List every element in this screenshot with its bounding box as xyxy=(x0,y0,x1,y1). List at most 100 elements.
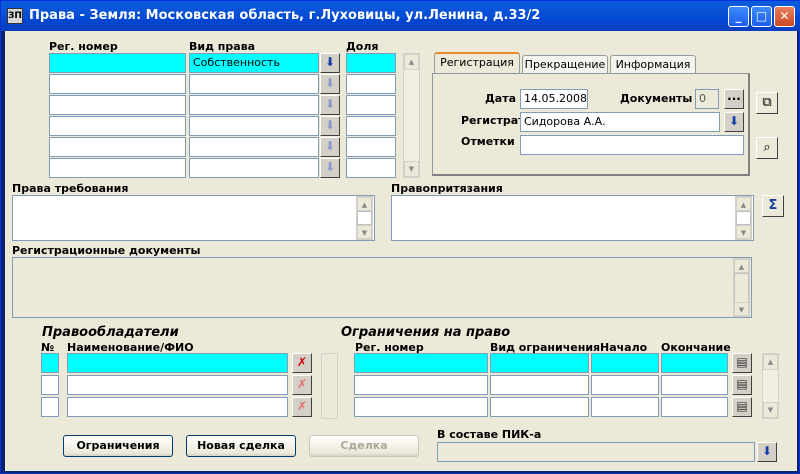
download-arrow-icon[interactable]: ⬇ xyxy=(724,112,744,132)
rights-share-cell[interactable] xyxy=(346,137,396,157)
pik-field[interactable] xyxy=(437,442,755,462)
rights-share-cell[interactable] xyxy=(346,53,396,73)
scroll-up-icon[interactable]: ▲ xyxy=(404,54,419,70)
rights-kind-cell[interactable] xyxy=(189,95,319,115)
download-arrow-icon[interactable]: ⬇ xyxy=(320,95,340,115)
notes-field[interactable] xyxy=(520,135,744,155)
claims-scrollbar[interactable]: ▲ ▼ xyxy=(356,196,373,240)
date-label: Дата xyxy=(485,92,517,105)
rights-reg-cell[interactable] xyxy=(49,137,186,157)
scroll-up-icon[interactable]: ▲ xyxy=(357,197,372,211)
rights-reg-cell[interactable] xyxy=(49,53,186,73)
remove-person-icon[interactable]: ✗ xyxy=(292,397,312,417)
registrar-field[interactable]: Сидорова А.А. xyxy=(520,112,720,132)
window-title: Права - Земля: Московская область, г.Лух… xyxy=(29,8,541,23)
download-arrow-icon[interactable]: ⬇ xyxy=(320,116,340,136)
remove-person-icon[interactable]: ✗ xyxy=(292,353,312,373)
scroll-down-icon[interactable]: ▼ xyxy=(404,161,419,177)
date-field[interactable]: 14.05.2008 xyxy=(520,89,588,109)
scroll-down-icon[interactable]: ▼ xyxy=(357,225,372,239)
col-right-kind: Вид права xyxy=(189,40,256,53)
rights-reg-cell[interactable] xyxy=(49,74,186,94)
scroll-down-icon[interactable]: ▼ xyxy=(763,402,778,418)
rights-reg-cell[interactable] xyxy=(49,116,186,136)
scroll-down-icon[interactable]: ▼ xyxy=(734,302,749,316)
rights-reg-cell[interactable] xyxy=(49,95,186,115)
documents-label: Документы xyxy=(620,92,693,105)
registration-panel: Дата 14.05.2008 Документы 0 ... Регистра… xyxy=(432,73,750,176)
rights-share-cell[interactable] xyxy=(346,116,396,136)
title-bar: ЗП Права - Земля: Московская область, г.… xyxy=(1,1,800,31)
download-arrow-icon[interactable]: ⬇ xyxy=(320,137,340,157)
remove-person-icon[interactable]: ✗ xyxy=(292,375,312,395)
download-arrow-icon[interactable]: ⬇ xyxy=(320,74,340,94)
restr-end-cell[interactable] xyxy=(661,397,728,417)
restr-end-cell[interactable] xyxy=(661,353,728,373)
rights-scrollbar[interactable]: ▲ ▼ xyxy=(403,53,420,178)
restrictions-section-title: Ограничения на право xyxy=(341,325,511,340)
scroll-up-icon[interactable]: ▲ xyxy=(763,354,778,370)
restr-end-cell[interactable] xyxy=(661,375,728,395)
holder-number-cell[interactable] xyxy=(41,353,59,373)
new-deal-button[interactable]: Новая сделка xyxy=(186,435,296,457)
scroll-thumb[interactable] xyxy=(357,211,372,225)
restrictions-button[interactable]: Ограничения xyxy=(63,435,173,457)
scroll-down-icon[interactable]: ▼ xyxy=(736,225,751,239)
sigma-icon[interactable]: Σ xyxy=(762,195,784,217)
rights-share-cell[interactable] xyxy=(346,158,396,178)
regdocs-label: Регистрационные документы xyxy=(12,244,201,257)
scroll-thumb[interactable] xyxy=(734,273,749,303)
copy-icon[interactable]: ⧉ xyxy=(756,92,778,114)
minimize-button[interactable]: _ xyxy=(728,6,749,27)
rights-kind-cell[interactable] xyxy=(189,137,319,157)
document-icon[interactable]: ▤ xyxy=(732,375,752,395)
restrictions-scrollbar[interactable]: ▲ ▼ xyxy=(762,353,779,419)
download-arrow-icon[interactable]: ⬇ xyxy=(320,158,340,178)
app-icon: ЗП xyxy=(7,8,23,24)
rights-share-cell[interactable] xyxy=(346,74,396,94)
restr-start-cell[interactable] xyxy=(591,375,659,395)
holder-name-cell[interactable] xyxy=(67,353,288,373)
rights-kind-cell[interactable] xyxy=(189,158,319,178)
pik-label: В составе ПИК-а xyxy=(437,428,542,441)
claims-field[interactable] xyxy=(12,195,375,241)
magnifier-icon[interactable]: ⌕ xyxy=(756,137,778,159)
restr-start-cell[interactable] xyxy=(591,353,659,373)
regdocs-field[interactable] xyxy=(12,257,752,318)
restr-kind-cell[interactable] xyxy=(490,397,589,417)
holder-name-cell[interactable] xyxy=(67,375,288,395)
scroll-up-icon[interactable]: ▲ xyxy=(736,197,751,211)
rights-kind-cell[interactable] xyxy=(189,116,319,136)
rights-reg-cell[interactable] xyxy=(49,158,186,178)
holder-number-cell[interactable] xyxy=(41,397,59,417)
restr-start-cell[interactable] xyxy=(591,397,659,417)
scroll-up-icon[interactable]: ▲ xyxy=(734,259,749,273)
pretensions-field[interactable] xyxy=(391,195,754,241)
download-arrow-icon[interactable]: ⬇ xyxy=(320,53,340,73)
holders-section-title: Правообладатели xyxy=(42,325,179,340)
holder-name-cell[interactable] xyxy=(67,397,288,417)
rights-kind-cell[interactable] xyxy=(189,74,319,94)
restr-kind-cell[interactable] xyxy=(490,375,589,395)
rights-kind-cell[interactable]: Собственность xyxy=(189,53,319,73)
regdocs-scrollbar[interactable]: ▲ ▼ xyxy=(733,258,750,317)
restr-reg-cell[interactable] xyxy=(354,397,488,417)
scroll-thumb[interactable] xyxy=(736,211,751,225)
col-share: Доля xyxy=(346,40,379,53)
download-arrow-icon[interactable]: ⬇ xyxy=(757,442,777,462)
document-icon[interactable]: ▤ xyxy=(732,353,752,373)
restr-reg-cell[interactable] xyxy=(354,375,488,395)
restr-kind-cell[interactable] xyxy=(490,353,589,373)
notes-label: Отметки xyxy=(461,135,515,148)
close-button[interactable]: ✕ xyxy=(774,6,795,27)
col-reg-number: Рег. номер xyxy=(49,40,118,53)
document-icon[interactable]: ▤ xyxy=(732,397,752,417)
maximize-button[interactable]: □ xyxy=(751,6,772,27)
holders-scrollbar[interactable] xyxy=(321,353,338,419)
scroll-track xyxy=(322,354,337,418)
restr-reg-cell[interactable] xyxy=(354,353,488,373)
documents-more-button[interactable]: ... xyxy=(724,89,744,109)
rights-share-cell[interactable] xyxy=(346,95,396,115)
pretensions-scrollbar[interactable]: ▲ ▼ xyxy=(735,196,752,240)
holder-number-cell[interactable] xyxy=(41,375,59,395)
